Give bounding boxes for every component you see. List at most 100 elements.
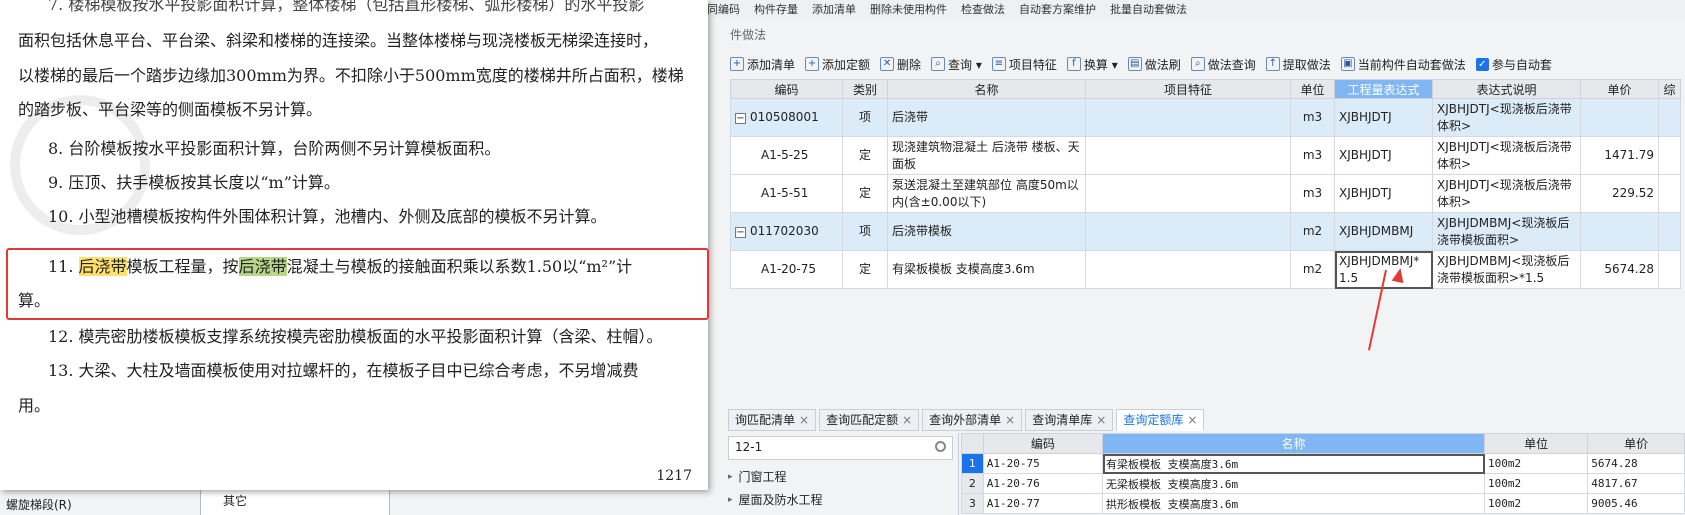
tab-match-quota[interactable]: 查询匹配定额 × xyxy=(819,409,920,431)
tab-quota-library[interactable]: 查询定额库 × xyxy=(1116,409,1205,431)
list-item[interactable]: 其它 xyxy=(223,492,247,509)
cell-name[interactable]: 泵送混凝土至建筑部位 高度50m以内(含±0.00以下) xyxy=(887,174,1086,213)
cell-feature[interactable] xyxy=(1085,136,1291,175)
table-row[interactable]: 3 A1-20-77 拱形板模板 支模高度3.6m 100m2 9005.46 xyxy=(961,493,1685,514)
top-menu-item[interactable]: 批量自动套做法 xyxy=(1110,1,1187,17)
top-menu-item[interactable]: 自动套方案维护 xyxy=(1019,1,1096,17)
cell-price: 5674.28 xyxy=(1580,250,1659,289)
cell-name[interactable]: 有梁板模板 支模高度3.6m xyxy=(1102,453,1486,474)
col-header-name[interactable]: 名称 xyxy=(887,79,1086,99)
doc-line: 9. 压顶、扶手模板按其长度以“m”计算。 xyxy=(48,173,340,192)
cell-name[interactable]: 后浇带 xyxy=(887,98,1086,137)
add-quota-button[interactable]: + 添加定额 xyxy=(805,56,870,73)
cell-expression[interactable]: XJBHJDMBMJ xyxy=(1334,212,1433,251)
fx-icon: f xyxy=(1066,57,1081,71)
close-icon[interactable]: × xyxy=(1096,413,1106,427)
extract-method-button[interactable]: ↑ 提取做法 xyxy=(1265,56,1331,73)
table-row[interactable]: A1-5-51 定 泵送混凝土至建筑部位 高度50m以内(含±0.00以下) m… xyxy=(730,174,1681,213)
col-header-price[interactable]: 单价 xyxy=(1580,79,1659,99)
cell-feature[interactable] xyxy=(1085,174,1291,213)
cell-description: XJBHJDTJ<现浇板后浇带体积> xyxy=(1432,98,1581,137)
cell-description: XJBHJDMBMJ<现浇板后浇带模板面积> xyxy=(1432,212,1581,251)
cell-expression[interactable]: XJBHJDTJ xyxy=(1334,98,1433,137)
page-number: 1217 xyxy=(656,468,692,484)
cell-unit: 100m2 xyxy=(1484,473,1589,494)
expand-arrow-icon[interactable]: ▸ xyxy=(728,472,733,482)
table-row[interactable]: 1 A1-20-75 有梁板模板 支模高度3.6m 100m2 5674.28 xyxy=(961,453,1685,474)
col-header-code[interactable]: 编码 xyxy=(982,433,1104,454)
cell-price: 229.52 xyxy=(1580,174,1659,213)
library-tree-item[interactable]: ▸ 门窗工程 xyxy=(728,465,823,488)
doc-line: 8. 台阶模板按水平投影面积计算，台阶两侧不另计算模板面积。 xyxy=(48,139,501,158)
cell-feature[interactable] xyxy=(1085,250,1291,289)
top-menu-item[interactable]: 添加清单 xyxy=(812,1,856,17)
cell-expression[interactable]: XJBHJDTJ xyxy=(1334,136,1433,175)
expand-arrow-icon[interactable]: ▸ xyxy=(728,495,733,505)
col-header-type[interactable]: 类别 xyxy=(842,79,888,99)
sidebar-item-spiral-stair[interactable]: 螺旋梯段(R) xyxy=(6,496,72,513)
search-icon[interactable] xyxy=(935,441,946,452)
top-menu-item[interactable]: 检查做法 xyxy=(961,1,1005,17)
delete-icon: ✕ xyxy=(880,57,895,71)
col-header-extra[interactable]: 综 xyxy=(1658,79,1681,99)
feature-button[interactable]: ≡ 项目特征 xyxy=(991,56,1057,73)
splitter[interactable] xyxy=(958,433,959,515)
col-header-unit[interactable]: 单位 xyxy=(1484,433,1589,454)
col-header-description[interactable]: 表达式说明 xyxy=(1432,79,1581,99)
cell-code: A1-5-25 xyxy=(730,136,843,175)
table-row[interactable]: −011702030 项 后浇带模板 m2 XJBHJDMBMJ XJBHJDM… xyxy=(730,212,1681,251)
query-icon: ⌕ xyxy=(931,57,946,71)
doc-line: 13. 大梁、大柱及墙面模板使用对拉螺杆的，在模板子目中已综合考虑，不另增减费 xyxy=(48,361,639,380)
table-row[interactable]: −010508001 项 后浇带 m3 XJBHJDTJ XJBHJDTJ<现浇… xyxy=(730,98,1681,137)
close-icon[interactable]: × xyxy=(799,413,809,427)
close-icon[interactable]: × xyxy=(902,413,912,427)
brush-icon: ▤ xyxy=(1127,57,1142,71)
table-row[interactable]: 2 A1-20-76 无梁板模板 支模高度3.6m 100m2 4817.67 xyxy=(961,473,1685,494)
col-header-index xyxy=(961,433,984,454)
col-header-code[interactable]: 编码 xyxy=(730,79,843,99)
add-list-button[interactable]: + 添加清单 xyxy=(730,56,795,73)
cell-feature[interactable] xyxy=(1085,98,1291,137)
delete-button[interactable]: ✕ 删除 xyxy=(880,56,921,73)
add-quota-icon: + xyxy=(805,57,820,71)
cell-name[interactable]: 拱形板模板 支模高度3.6m xyxy=(1102,493,1486,514)
col-header-price[interactable]: 单价 xyxy=(1587,433,1685,454)
cell-expression[interactable]: XJBHJDTJ xyxy=(1334,174,1433,213)
participate-auto-checkbox[interactable]: ✓ 参与自动套 xyxy=(1475,56,1552,73)
col-header-feature[interactable]: 项目特征 xyxy=(1085,79,1291,99)
library-tree-item[interactable]: ▸ 屋面及防水工程 xyxy=(728,488,823,511)
method-query-button[interactable]: ⌕ 做法查询 xyxy=(1190,56,1256,73)
search-input[interactable]: 12-1 xyxy=(728,436,953,460)
collapse-icon[interactable]: − xyxy=(735,227,746,238)
table-row[interactable]: A1-5-25 定 现浇建筑物混凝土 后浇带 楼板、天面板 m3 XJBHJDT… xyxy=(730,136,1681,175)
close-icon[interactable]: × xyxy=(1005,413,1015,427)
top-menu-item[interactable]: 删除未使用构件 xyxy=(870,1,947,17)
cell-name[interactable]: 有梁板模板 支模高度3.6m xyxy=(887,250,1086,289)
doc-line: 7. 楼梯模板按水平投影面积计算，整体楼梯（包括直形楼梯、弧形楼梯）的水平投影 xyxy=(48,0,645,14)
tab-external-list[interactable]: 查询外部清单 × xyxy=(922,409,1023,431)
tab-list-library[interactable]: 查询清单库 × xyxy=(1025,409,1114,431)
tab-match-list[interactable]: 询匹配清单 × xyxy=(728,409,817,431)
cell-unit: m3 xyxy=(1290,98,1335,137)
col-header-name[interactable]: 名称 xyxy=(1102,433,1486,454)
doc-line: 以楼梯的最后一个踏步边缘加300mm为界。不扣除小于500mm宽度的楼梯井所占面… xyxy=(18,66,684,85)
cell-feature[interactable] xyxy=(1085,212,1291,251)
query-button[interactable]: ⌕ 查询 ▾ xyxy=(931,56,982,73)
cell-price: 1471.79 xyxy=(1580,136,1659,175)
col-header-unit[interactable]: 单位 xyxy=(1290,79,1335,99)
cell-name[interactable]: 无梁板模板 支模高度3.6m xyxy=(1102,473,1486,494)
col-header-expression[interactable]: 工程量表达式 xyxy=(1334,79,1433,99)
cell-name[interactable]: 现浇建筑物混凝土 后浇带 楼板、天面板 xyxy=(887,136,1086,175)
table-row[interactable]: A1-20-75 定 有梁板模板 支模高度3.6m m2 XJBHJDMBMJ*… xyxy=(730,250,1681,289)
row-index: 3 xyxy=(961,493,984,514)
method-brush-button[interactable]: ▤ 做法刷 xyxy=(1127,56,1181,73)
collapse-icon[interactable]: − xyxy=(735,113,746,124)
close-icon[interactable]: × xyxy=(1187,413,1197,427)
cell-code: 011702030 xyxy=(750,224,819,238)
auto-apply-button[interactable]: ▣ 当前构件自动套做法 xyxy=(1340,56,1466,73)
cell-type: 项 xyxy=(842,98,888,137)
convert-button[interactable]: f 换算 ▾ xyxy=(1066,56,1118,73)
cell-name[interactable]: 后浇带模板 xyxy=(887,212,1086,251)
cell-unit: 100m2 xyxy=(1484,453,1589,474)
top-menu-item[interactable]: 构件存量 xyxy=(754,1,798,17)
